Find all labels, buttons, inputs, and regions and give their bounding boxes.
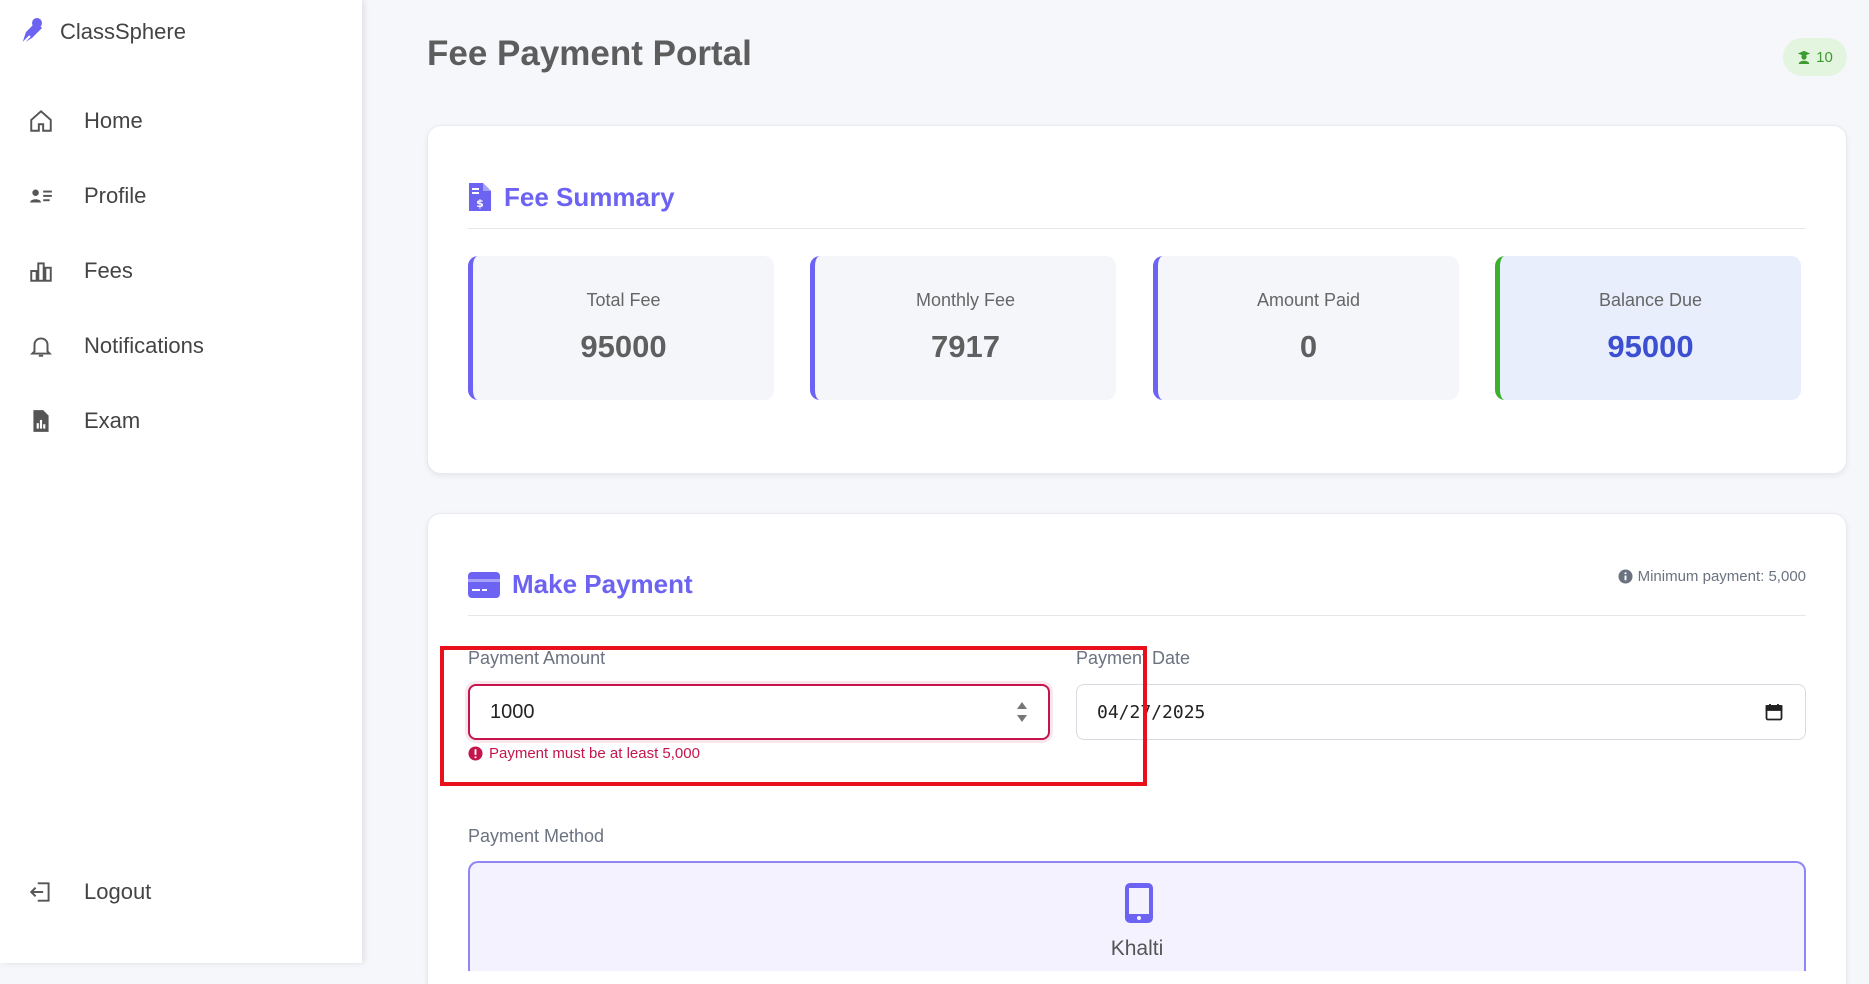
stat-monthly-fee: Monthly Fee 7917 [810,256,1116,400]
page-title: Fee Payment Portal [427,34,752,73]
report-icon [33,410,49,432]
stat-label: Monthly Fee [915,290,1016,310]
make-payment-header: Make Payment [468,554,1806,616]
mobile-phone-icon [1125,883,1153,923]
sidebar-item-notifications[interactable]: Notifications [28,333,204,359]
sidebar-item-label: Notifications [84,333,204,358]
logout-label: Logout [84,879,152,904]
profile-icon [30,189,52,203]
sidebar-item-fees[interactable]: Fees [28,258,133,284]
brand-name: ClassSphere [60,19,186,44]
stat-value: 95000 [580,329,667,364]
bell-icon [29,337,53,357]
home-icon [30,109,52,132]
calendar-icon[interactable] [1765,703,1783,721]
sidebar-item-label: Fees [84,258,133,283]
sidebar: ClassSphere Home Profile Fees Notificati… [0,0,362,963]
status-badge[interactable]: 10 [1783,38,1847,76]
sidebar-item-label: Exam [84,408,141,433]
stat-label: Amount Paid [1256,290,1361,310]
pen-nib-icon [21,18,42,45]
stat-total-fee: Total Fee 95000 [468,256,774,400]
logout-icon [29,882,50,902]
payment-method-option-label: Khalti [1110,937,1164,960]
sidebar-item-label: Home [84,108,143,133]
chart-icon [30,262,52,282]
fee-summary-title: Fee Summary [504,181,675,212]
stat-label: Balance Due [1598,290,1703,310]
min-payment-text: Minimum payment: 5,000 [1637,568,1806,585]
payment-method-label: Payment Method [468,826,605,846]
brand[interactable]: ClassSphere [16,16,186,48]
logout-button[interactable]: Logout [28,879,151,905]
sidebar-item-exam[interactable]: Exam [28,408,140,434]
info-icon [1618,569,1633,584]
payment-date-input[interactable]: 04/27/2025 [1076,684,1806,740]
sidebar-item-profile[interactable]: Profile [28,183,146,209]
stat-value: 95000 [1607,329,1694,364]
sidebar-item-label: Profile [84,183,147,208]
credit-card-icon [468,571,500,598]
make-payment-title: Make Payment [512,569,693,599]
sidebar-item-home[interactable]: Home [28,108,143,134]
fee-summary-card: $ Fee Summary Total Fee 95000 Monthly Fe… [427,125,1847,474]
fee-summary-header: $ Fee Summary [468,166,1806,229]
stat-amount-paid: Amount Paid 0 [1153,256,1459,400]
user-graduate-icon [1798,50,1811,64]
svg-text:$: $ [476,197,484,210]
stat-balance-due: Balance Due 95000 [1495,256,1801,400]
stat-label: Total Fee [586,290,661,310]
stat-value: 7917 [931,329,1000,364]
min-payment-note: Minimum payment: 5,000 [1618,568,1806,585]
payment-method-khalti[interactable]: Khalti [468,861,1806,971]
main-content: Fee Payment Portal 10 $ Fee Summary Tota… [362,0,1869,984]
stat-value: 0 [1299,329,1318,364]
badge-count: 10 [1816,48,1833,66]
validation-highlight-box [440,646,1147,786]
invoice-dollar-icon: $ [469,183,491,211]
